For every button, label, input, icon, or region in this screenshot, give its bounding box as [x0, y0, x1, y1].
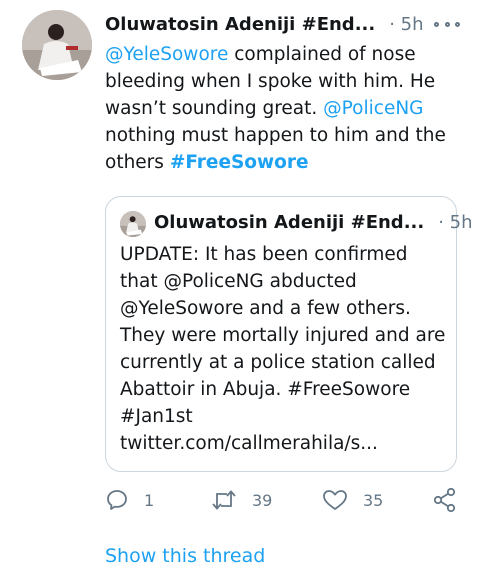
heart-icon [323, 490, 347, 510]
reply-button[interactable]: 1 [105, 486, 154, 514]
reply-count: 1 [144, 490, 155, 510]
quoted-text-line: that @PoliceNG abducted [120, 271, 357, 292]
quoted-text-line: UPDATE: It has been confirmed [120, 244, 408, 265]
quoted-author-name: Oluwatosin Adeniji #End... [154, 211, 425, 233]
quoted-tweet-header: Oluwatosin Adeniji #End... · 5h [154, 209, 473, 235]
mention-link[interactable]: @PoliceNG [323, 98, 423, 119]
quoted-text-line: They were mortally injured and are [120, 325, 446, 346]
show-thread-link[interactable]: Show this thread [105, 545, 265, 567]
retweet-arrows-icon [212, 490, 236, 510]
tweet-header: Oluwatosin Adeniji #End... · 5h [105, 11, 460, 39]
tweet-text: @YeleSowore complained of nose bleeding … [105, 41, 465, 176]
more-dots-icon[interactable] [434, 17, 460, 31]
share-button[interactable] [432, 486, 458, 514]
quoted-text-line: currently at a police station called [120, 352, 436, 373]
retweet-count: 39 [252, 490, 273, 510]
like-count: 35 [363, 490, 384, 510]
quoted-text-line: Abattoir in Abuja. #FreeSowore [120, 379, 411, 400]
quoted-tweet-card[interactable]: Oluwatosin Adeniji #End... · 5h UPDATE: … [105, 196, 473, 472]
quoted-text-line: #Jan1st [120, 406, 193, 427]
share-nodes-icon [433, 487, 456, 513]
tweet-action-bar: 1 39 35 [105, 486, 460, 514]
tweet-timestamp[interactable]: · 5h [389, 13, 423, 37]
quoted-tweet-timestamp: · 5h [438, 211, 473, 233]
speech-bubble-icon [107, 490, 127, 510]
retweet-button[interactable]: 39 [211, 486, 272, 514]
author-name[interactable]: Oluwatosin Adeniji #End... [105, 13, 375, 37]
author-avatar[interactable] [22, 10, 92, 80]
quoted-text-line: @YeleSowore and a few others. [120, 298, 411, 319]
like-button[interactable]: 35 [322, 486, 383, 514]
quoted-text-line: twitter.com/callmerahila/s... [120, 433, 378, 454]
hashtag-link[interactable]: #FreeSowore [170, 152, 309, 173]
avatar-photo [22, 10, 92, 80]
quoted-tweet-text: UPDATE: It has been confirmed that @Poli… [120, 241, 450, 457]
avatar-photo [120, 211, 146, 237]
mention-link[interactable]: @YeleSowore [105, 44, 228, 65]
quoted-author-avatar [120, 211, 146, 237]
